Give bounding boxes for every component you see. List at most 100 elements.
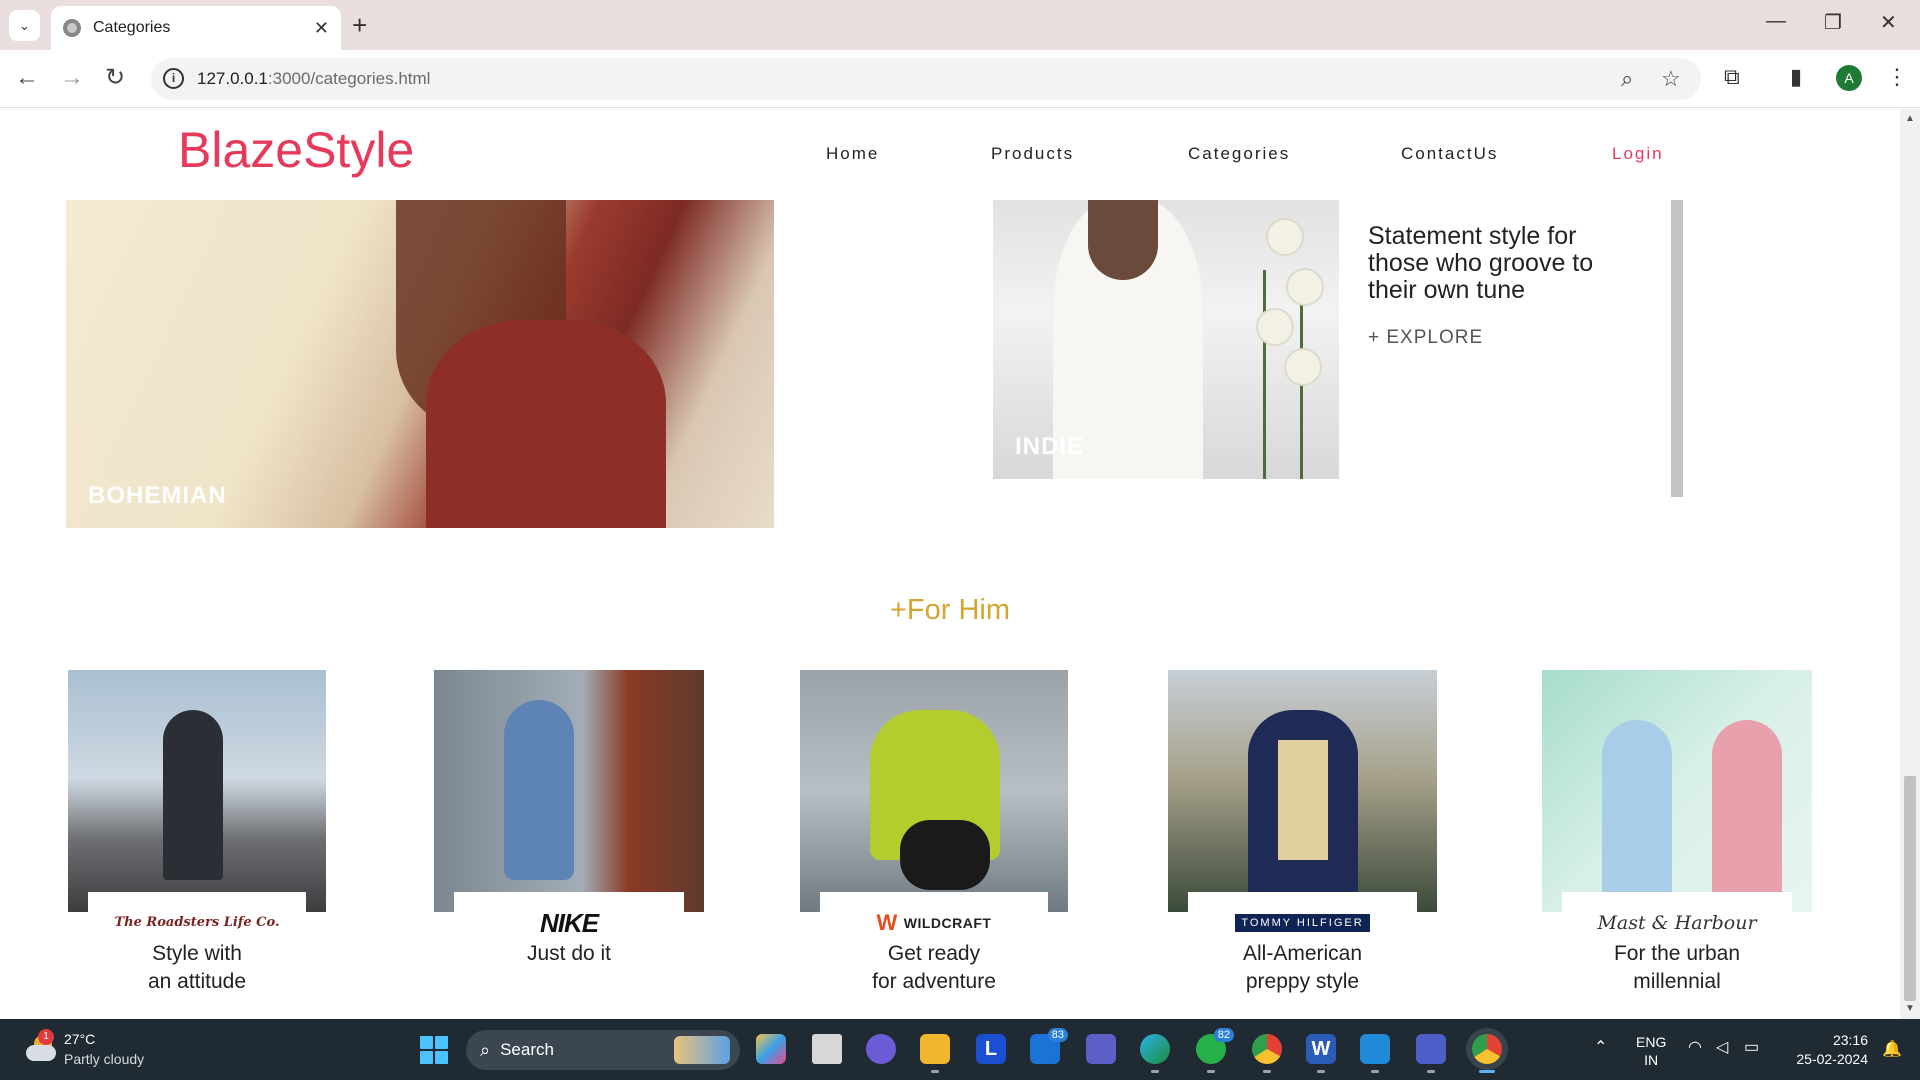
- tommy-image: [1168, 670, 1437, 912]
- photo-detail: [1602, 720, 1672, 900]
- photo-detail: [1712, 720, 1782, 900]
- taskbar-search[interactable]: ⌕ Search: [466, 1030, 740, 1070]
- bohemian-label: BOHEMIAN: [88, 482, 227, 509]
- notification-bell-icon[interactable]: 🔔: [1882, 1039, 1902, 1059]
- language-indicator[interactable]: ENG IN: [1636, 1033, 1666, 1069]
- indie-description: Statement style for those who groove to …: [1368, 222, 1594, 304]
- weather-icon[interactable]: 1: [24, 1029, 58, 1065]
- back-icon[interactable]: ←: [15, 64, 39, 92]
- search-highlight-icon: [674, 1036, 730, 1064]
- extensions-icon[interactable]: ⧉: [1724, 64, 1740, 90]
- url-text: 127.0.0.1:3000/categories.html: [197, 69, 431, 88]
- side-panel-icon[interactable]: ▮: [1790, 64, 1802, 90]
- word-icon[interactable]: W: [1306, 1034, 1336, 1073]
- card-tagline: Style with an attitude: [147, 942, 247, 993]
- photo-detail: [1278, 740, 1328, 860]
- profile-avatar[interactable]: A: [1836, 65, 1862, 91]
- brand-logo-roadsters: The Roadsters Life Co.: [114, 915, 280, 930]
- teams-icon[interactable]: [1086, 1034, 1116, 1064]
- forward-icon[interactable]: →: [60, 64, 84, 92]
- weather-badge: 1: [38, 1029, 54, 1045]
- weather-temperature[interactable]: 27°C: [64, 1031, 95, 1047]
- address-bar[interactable]: i 127.0.0.1:3000/categories.html ⌕ ☆: [151, 58, 1701, 100]
- bookmark-star-icon[interactable]: ☆: [1661, 66, 1681, 92]
- nav-contactus[interactable]: ContactUs: [1401, 144, 1498, 164]
- browser-toolbar: ← → ↻ i 127.0.0.1:3000/categories.html ⌕…: [0, 50, 1920, 108]
- mail-icon[interactable]: 83: [1030, 1028, 1068, 1064]
- battery-icon[interactable]: ▭: [1744, 1037, 1759, 1057]
- meet-icon[interactable]: [866, 1034, 896, 1064]
- brand-logo-mast-harbour: Mast & Harbour: [1597, 912, 1757, 934]
- nav-login[interactable]: Login: [1612, 144, 1664, 164]
- wildcraft-image: [800, 670, 1068, 912]
- taskbar-clock[interactable]: 23:16 25-02-2024: [1796, 1031, 1868, 1069]
- reload-icon[interactable]: ↻: [105, 64, 125, 92]
- roadsters-image: [68, 670, 326, 912]
- search-label: Search: [500, 1040, 554, 1059]
- minimize-icon[interactable]: —: [1766, 10, 1786, 33]
- scrollbar-thumb[interactable]: [1904, 776, 1916, 1001]
- bohemian-style-image[interactable]: BOHEMIAN: [66, 200, 774, 528]
- nav-products[interactable]: Products: [991, 144, 1074, 164]
- indie-label: INDIE: [1015, 433, 1085, 460]
- tray-overflow-icon[interactable]: ⌃: [1594, 1037, 1607, 1057]
- photo-detail: [1088, 200, 1158, 280]
- card-tagline: All-American preppy style: [1242, 942, 1363, 993]
- brand-logo-nike: NIKE: [539, 907, 599, 938]
- card-tagline: Just do it: [526, 942, 612, 965]
- brand-logo-wildcraft: W WILDCRAFT: [876, 910, 992, 935]
- whatsapp-icon[interactable]: 82: [1196, 1028, 1234, 1073]
- carousel-scroll-indicator[interactable]: [1671, 200, 1683, 497]
- l-app-icon[interactable]: L: [976, 1034, 1006, 1064]
- copilot-icon[interactable]: [756, 1034, 786, 1064]
- photo-detail: [426, 320, 666, 528]
- site-logo[interactable]: BlazeStyle: [178, 121, 414, 179]
- photo-detail: [1248, 220, 1328, 470]
- vscode-icon[interactable]: [1360, 1034, 1390, 1073]
- nav-categories[interactable]: Categories: [1188, 144, 1290, 164]
- indie-style-image[interactable]: INDIE: [993, 200, 1339, 479]
- brand-card-tommy[interactable]: TOMMY HILFIGER All-American preppy style: [1168, 670, 1437, 996]
- photo-detail: [163, 710, 223, 880]
- windows-taskbar: 1 27°C Partly cloudy ⌕ Search L 83 82 W …: [0, 1019, 1920, 1080]
- chevron-down-icon: ⌄: [19, 17, 30, 33]
- volume-icon[interactable]: ◁: [1716, 1037, 1728, 1057]
- zoom-icon[interactable]: ⌕: [1621, 66, 1633, 92]
- scroll-down-icon[interactable]: ▼: [1905, 1003, 1915, 1014]
- nike-image: [434, 670, 704, 912]
- tab-title: Categories: [93, 19, 171, 36]
- close-window-icon[interactable]: ✕: [1880, 10, 1897, 35]
- search-icon: ⌕: [480, 1039, 491, 1060]
- explore-link[interactable]: + EXPLORE: [1368, 327, 1483, 349]
- photo-detail: [26, 1045, 56, 1061]
- chrome-icon[interactable]: [1472, 1034, 1502, 1073]
- photo-detail: [900, 820, 990, 890]
- new-tab-button[interactable]: +: [352, 11, 367, 39]
- for-him-heading[interactable]: +For Him: [0, 594, 1900, 627]
- task-view-icon[interactable]: [812, 1034, 842, 1064]
- teams-new-icon[interactable]: [1416, 1034, 1446, 1073]
- mast-harbour-image: [1542, 670, 1812, 912]
- nav-home[interactable]: Home: [826, 144, 879, 164]
- browser-tab[interactable]: Categories ✕: [51, 6, 341, 50]
- close-tab-icon[interactable]: ✕: [314, 18, 329, 39]
- edge-icon[interactable]: [1140, 1034, 1170, 1073]
- chrome-profile-icon[interactable]: [1252, 1034, 1282, 1073]
- windows-start-icon[interactable]: [420, 1036, 448, 1064]
- menu-kebab-icon[interactable]: ⋮: [1886, 64, 1908, 90]
- brand-card-nike[interactable]: NIKE Just do it: [434, 670, 704, 968]
- scroll-up-icon[interactable]: ▲: [1905, 113, 1915, 124]
- brand-logo-tommy: TOMMY HILFIGER: [1168, 906, 1437, 940]
- brand-card-wildcraft[interactable]: W WILDCRAFT Get ready for adventure: [800, 670, 1068, 996]
- site-info-icon[interactable]: i: [163, 68, 184, 89]
- brand-card-roadsters[interactable]: The Roadsters Life Co. Style with an atti…: [68, 670, 326, 996]
- page-scrollbar[interactable]: ▲ ▼: [1900, 109, 1920, 1019]
- file-explorer-icon[interactable]: [920, 1034, 950, 1073]
- weather-description[interactable]: Partly cloudy: [64, 1051, 144, 1067]
- tab-search-button[interactable]: ⌄: [9, 10, 40, 41]
- wifi-icon[interactable]: ◠: [1688, 1037, 1702, 1057]
- page-viewport: BlazeStyle Home Products Categories Cont…: [0, 109, 1900, 1019]
- restore-icon[interactable]: ❐: [1824, 10, 1842, 35]
- brand-card-mast-harbour[interactable]: Mast & Harbour For the urban millennial: [1542, 670, 1812, 996]
- photo-detail: [504, 700, 574, 880]
